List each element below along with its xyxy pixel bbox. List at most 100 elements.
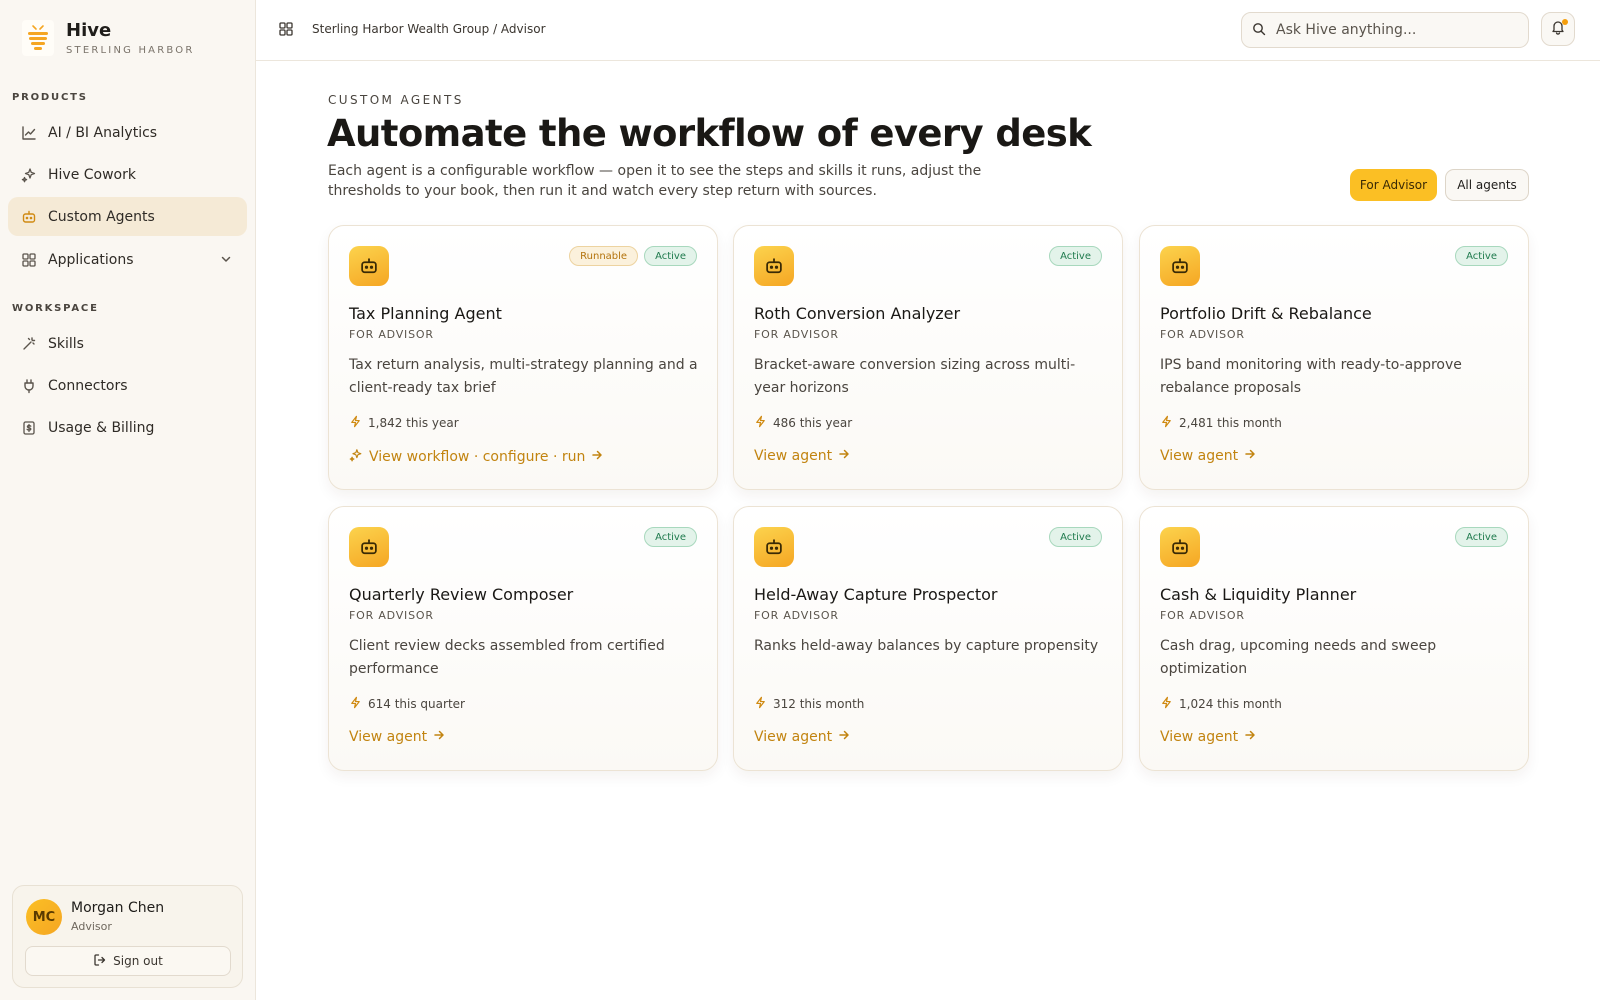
brand-subtitle: STERLING HARBOR bbox=[66, 44, 195, 56]
bot-icon bbox=[754, 527, 794, 567]
sign-out-button[interactable]: Sign out bbox=[25, 946, 231, 976]
breadcrumb[interactable]: Sterling Harbor Wealth Group / Advisor bbox=[312, 22, 546, 36]
sidebar-item-label: AI / BI Analytics bbox=[48, 124, 158, 141]
card-badges: Active bbox=[1455, 246, 1508, 266]
card-audience: FOR ADVISOR bbox=[349, 609, 434, 622]
bolt-icon bbox=[754, 696, 767, 712]
avatar[interactable]: MC bbox=[26, 899, 62, 935]
grid-icon bbox=[20, 251, 38, 269]
brand-name: Hive bbox=[66, 19, 112, 41]
agent-card-cash-liquidity[interactable]: Active Cash & Liquidity Planner FOR ADVI… bbox=[1139, 506, 1529, 771]
sign-out-label: Sign out bbox=[113, 954, 163, 968]
arrow-right-icon bbox=[433, 729, 445, 745]
bot-icon bbox=[20, 208, 38, 226]
chevron-down-icon[interactable] bbox=[219, 252, 233, 270]
card-description: Cash drag, upcoming needs and sweep opti… bbox=[1160, 638, 1437, 677]
view-agent-link[interactable]: View agent bbox=[754, 729, 850, 745]
bolt-icon bbox=[349, 415, 362, 431]
view-workflow-link[interactable]: View workflow · configure · run bbox=[349, 448, 603, 466]
apps-grid-icon[interactable] bbox=[278, 21, 294, 41]
status-badge: Active bbox=[1049, 527, 1102, 547]
sidebar-item-hive-cowork[interactable]: Hive Cowork bbox=[8, 155, 247, 194]
sidebar-item-ai-bi-analytics[interactable]: AI / BI Analytics bbox=[8, 113, 247, 152]
page-subtitle: Each agent is a configurable workflow — … bbox=[328, 163, 982, 199]
card-badges: Active bbox=[1455, 527, 1508, 547]
card-usage-stat: 486 this year bbox=[754, 415, 852, 431]
agent-card-held-away-capture[interactable]: Active Held-Away Capture Prospector FOR … bbox=[733, 506, 1123, 771]
card-usage-stat: 1,024 this month bbox=[1160, 696, 1282, 712]
status-badge: Active bbox=[1049, 246, 1102, 266]
user-role: Advisor bbox=[71, 920, 112, 933]
card-badges: Active bbox=[644, 527, 697, 547]
wand-icon bbox=[20, 335, 38, 353]
bot-icon bbox=[1160, 527, 1200, 567]
arrow-right-icon bbox=[838, 729, 850, 745]
search-input[interactable] bbox=[1276, 22, 1506, 38]
status-badge: Active bbox=[644, 527, 697, 547]
card-badges: Active bbox=[1049, 246, 1102, 266]
bot-icon bbox=[754, 246, 794, 286]
sidebar-item-custom-agents[interactable]: Custom Agents bbox=[8, 197, 247, 236]
card-audience: FOR ADVISOR bbox=[1160, 609, 1245, 622]
top-header: Sterling Harbor Wealth Group / Advisor bbox=[256, 0, 1600, 61]
sidebar-item-applications[interactable]: Applications bbox=[8, 240, 247, 279]
card-link-label: View agent bbox=[349, 729, 428, 745]
card-badges: Runnable Active bbox=[569, 246, 697, 266]
bolt-icon bbox=[349, 696, 362, 712]
workspace-section-label: WORKSPACE bbox=[12, 303, 99, 314]
bolt-icon bbox=[754, 415, 767, 431]
view-agent-link[interactable]: View agent bbox=[754, 448, 850, 464]
card-usage-stat: 614 this quarter bbox=[349, 696, 465, 712]
notifications-button[interactable] bbox=[1541, 12, 1575, 46]
card-stat-text: 1,842 this year bbox=[368, 416, 459, 430]
card-stat-text: 486 this year bbox=[773, 416, 853, 430]
bot-icon bbox=[349, 527, 389, 567]
agent-card-tax-planning[interactable]: Runnable Active Tax Planning Agent FOR A… bbox=[328, 225, 718, 490]
view-agent-link[interactable]: View agent bbox=[1160, 448, 1256, 464]
sidebar-item-skills[interactable]: Skills bbox=[8, 324, 247, 363]
sparkles-icon bbox=[20, 166, 38, 184]
sidebar-item-connectors[interactable]: Connectors bbox=[8, 366, 247, 405]
agent-card-roth-conversion[interactable]: Active Roth Conversion Analyzer FOR ADVI… bbox=[733, 225, 1123, 490]
filter-for-advisor-button[interactable]: For Advisor bbox=[1350, 169, 1437, 201]
card-description: Bracket-aware conversion sizing across m… bbox=[754, 357, 1076, 396]
card-link-label: View agent bbox=[1160, 448, 1239, 464]
card-title: Cash & Liquidity Planner bbox=[1160, 585, 1357, 604]
bot-icon bbox=[349, 246, 389, 286]
status-badge: Active bbox=[644, 246, 697, 266]
filter-all-agents-button[interactable]: All agents bbox=[1445, 169, 1529, 201]
arrow-right-icon bbox=[1244, 448, 1256, 464]
user-card: MC Morgan Chen Advisor Sign out bbox=[12, 885, 243, 988]
brand[interactable]: Hive STERLING HARBOR bbox=[22, 20, 194, 56]
page-eyebrow: CUSTOM AGENTS bbox=[328, 93, 464, 107]
sidebar: Hive STERLING HARBOR PRODUCTS AI / BI An… bbox=[0, 0, 256, 1000]
card-title: Portfolio Drift & Rebalance bbox=[1160, 304, 1372, 323]
view-agent-link[interactable]: View agent bbox=[1160, 729, 1256, 745]
sidebar-item-usage-billing[interactable]: Usage & Billing bbox=[8, 408, 247, 447]
search-icon bbox=[1252, 21, 1266, 40]
plug-icon bbox=[20, 377, 38, 395]
bolt-icon bbox=[1160, 696, 1173, 712]
sidebar-item-label: Hive Cowork bbox=[48, 166, 136, 183]
card-usage-stat: 312 this month bbox=[754, 696, 864, 712]
status-badge: Active bbox=[1455, 246, 1508, 266]
logout-icon bbox=[93, 953, 107, 970]
arrow-right-icon bbox=[591, 449, 603, 465]
card-stat-text: 1,024 this month bbox=[1179, 697, 1282, 711]
card-stat-text: 614 this quarter bbox=[368, 697, 465, 711]
view-agent-link[interactable]: View agent bbox=[349, 729, 445, 745]
agent-card-portfolio-drift[interactable]: Active Portfolio Drift & Rebalance FOR A… bbox=[1139, 225, 1529, 490]
card-link-label: View agent bbox=[754, 729, 833, 745]
sparkles-icon bbox=[349, 448, 363, 466]
arrow-right-icon bbox=[838, 448, 850, 464]
search-box[interactable] bbox=[1241, 12, 1529, 48]
card-title: Held-Away Capture Prospector bbox=[754, 585, 998, 604]
card-stat-text: 312 this month bbox=[773, 697, 865, 711]
agent-card-quarterly-review[interactable]: Active Quarterly Review Composer FOR ADV… bbox=[328, 506, 718, 771]
card-title: Tax Planning Agent bbox=[349, 304, 502, 323]
card-link-label: View workflow · configure · run bbox=[369, 449, 586, 465]
bolt-icon bbox=[1160, 415, 1173, 431]
card-link-label: View agent bbox=[754, 448, 833, 464]
card-link-label: View agent bbox=[1160, 729, 1239, 745]
line-chart-icon bbox=[20, 124, 38, 142]
